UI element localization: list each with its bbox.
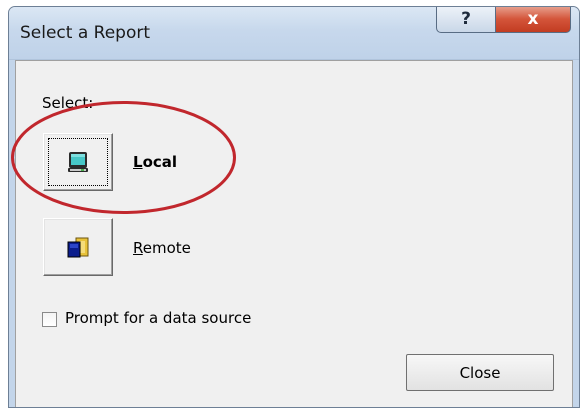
local-option-label[interactable]: Local: [133, 153, 177, 171]
title-bar[interactable]: Select a Report ? x: [9, 7, 579, 60]
select-label: Select:: [42, 94, 94, 112]
prompt-data-source-label[interactable]: Prompt for a data source: [65, 309, 251, 327]
focus-rectangle: [48, 138, 108, 186]
close-icon: x: [527, 9, 539, 29]
window-title: Select a Report: [20, 23, 151, 43]
select-report-window: Select a Report ? x Select: Local Remote…: [8, 6, 580, 408]
help-icon: ?: [461, 9, 471, 29]
help-button[interactable]: ?: [436, 7, 496, 33]
local-button[interactable]: [43, 133, 113, 191]
remote-button[interactable]: [43, 218, 113, 276]
close-button[interactable]: Close: [406, 354, 554, 391]
window-close-button[interactable]: x: [495, 7, 571, 33]
prompt-data-source-checkbox[interactable]: [42, 312, 57, 327]
folder-icon: [67, 237, 89, 258]
remote-option-label[interactable]: Remote: [133, 239, 191, 257]
dialog-body: Select: Local Remote Prompt for a data s…: [15, 60, 573, 407]
